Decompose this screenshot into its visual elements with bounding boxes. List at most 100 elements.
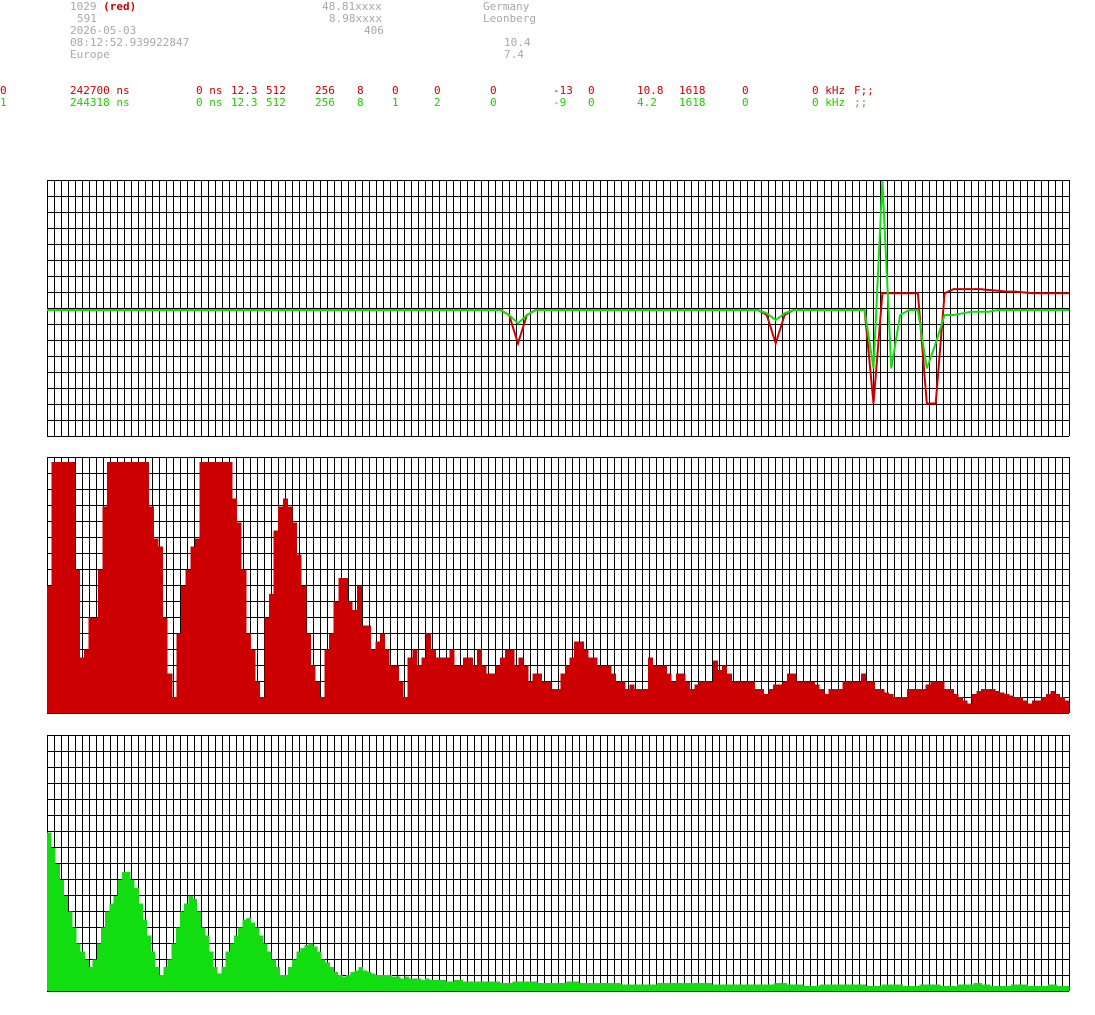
spectrum-bar <box>699 983 704 991</box>
spectrum-bar <box>790 984 796 991</box>
spectrum-bar <box>157 546 164 713</box>
spectrum-bar <box>310 665 316 713</box>
spectrum-bar <box>782 681 788 713</box>
spectrum-bar <box>657 983 663 991</box>
spectrum-bar <box>1045 693 1051 713</box>
spectrum-bar <box>167 673 173 713</box>
grid <box>47 180 1070 437</box>
spectrum-bar <box>765 984 771 991</box>
spectrum-bar <box>350 971 355 991</box>
spectrum-bar <box>815 986 821 991</box>
spectrum-bar <box>699 681 705 713</box>
spectrum-bar <box>807 986 812 991</box>
spectrum-bar <box>312 946 318 991</box>
spectrum-bar <box>321 959 326 991</box>
spectrum-bar <box>582 983 588 991</box>
spectrum-bar <box>944 986 949 991</box>
spectrum-bar <box>254 927 260 991</box>
spectrum-bar <box>842 681 848 713</box>
spectrum-bar <box>682 983 688 991</box>
spectrum-bar <box>1027 986 1033 991</box>
spectrum-bar <box>70 462 76 713</box>
spectrum-bar <box>76 943 81 991</box>
spectrum-bar <box>379 975 384 991</box>
spectrum-bar <box>731 681 737 713</box>
spectrum-bar <box>325 962 330 991</box>
spectrum-bar <box>1022 700 1028 713</box>
spectrum-bar <box>757 984 762 991</box>
spectrum-bar <box>599 983 605 991</box>
spectrum-bar <box>175 927 181 991</box>
spectrum-bar <box>185 570 191 713</box>
spectrum-bar <box>426 633 432 713</box>
spectrum-bar <box>798 984 804 991</box>
spectrum-bar <box>454 979 459 991</box>
spectrum-bar <box>342 578 348 713</box>
spectrum-bar <box>981 984 987 991</box>
spectrum-bar <box>956 984 962 991</box>
spectrum-bar <box>366 625 372 713</box>
spectrum-bar <box>674 983 679 991</box>
spectrum-bar <box>652 665 658 713</box>
ch-field: 12.3 <box>231 96 258 109</box>
header-altitude: 406 <box>364 24 384 37</box>
spectrum-bar <box>1004 693 1010 713</box>
spectrum-bar <box>811 986 816 991</box>
spectrum-bar <box>242 919 247 991</box>
spectrum-bar <box>184 903 189 991</box>
spectrum-bar <box>869 986 875 991</box>
spectrum-bar <box>440 657 446 713</box>
spectrum-bar <box>759 689 765 713</box>
spectrum-bar <box>51 848 56 991</box>
spectrum-bar <box>1059 697 1065 713</box>
spectrum-bar <box>514 665 520 713</box>
spectrum-bar <box>495 981 501 991</box>
spectrum-bar <box>778 983 783 991</box>
spectrum-bar <box>597 665 603 713</box>
spectrum-bar <box>927 984 933 991</box>
spectrum-bar <box>144 462 150 713</box>
spectrum-bar <box>754 689 760 713</box>
spectrum-bar <box>109 903 114 991</box>
spectrum-bar <box>83 649 90 713</box>
spectrum-bar <box>429 979 434 991</box>
spectrum-bar <box>603 983 609 991</box>
spectrum-bar <box>305 633 311 713</box>
ch-freq: 0 kHz <box>812 96 846 109</box>
spectrum-bar <box>354 970 359 991</box>
spectrum-bar <box>93 617 99 713</box>
spectrum-bar <box>934 681 940 713</box>
spectrum-bar <box>638 689 644 713</box>
spectrum-bar <box>897 697 903 713</box>
spectrum-bar <box>287 506 293 713</box>
spectrum-bar <box>726 673 732 713</box>
spectrum-bar <box>847 681 853 713</box>
spectrum-bar <box>333 601 339 713</box>
spectrum-bar <box>537 983 542 991</box>
spectrum-chart-red <box>47 457 1070 714</box>
spectrum-bar <box>287 967 293 991</box>
spectrum-bar <box>389 665 395 713</box>
spectrum-bar <box>233 935 239 991</box>
spectrum-bar <box>395 976 401 991</box>
spectrum-bar <box>894 984 900 991</box>
spectrum-bar <box>661 983 667 991</box>
spectrum-bar <box>977 983 983 991</box>
spectrum-bar <box>416 665 422 713</box>
spectrum-bar <box>105 911 110 991</box>
spectrum-bar <box>587 983 592 991</box>
ch-field: 1618 <box>679 96 706 109</box>
spectrum-bar <box>250 649 256 713</box>
spectrum-bar <box>398 681 404 713</box>
spectrum-bar <box>865 681 871 713</box>
spectrum-bar <box>134 887 139 991</box>
spectrum-bar <box>92 959 98 991</box>
spectrum-bar <box>919 984 924 991</box>
spectrum-bar <box>893 697 899 713</box>
spectrum-bar <box>271 959 276 991</box>
spectrum-bar <box>308 943 314 991</box>
spectrum-bar <box>805 681 811 713</box>
spectrum-bar <box>533 981 538 991</box>
spectrum-bar <box>491 981 497 991</box>
spectrum-bar <box>1048 984 1053 991</box>
